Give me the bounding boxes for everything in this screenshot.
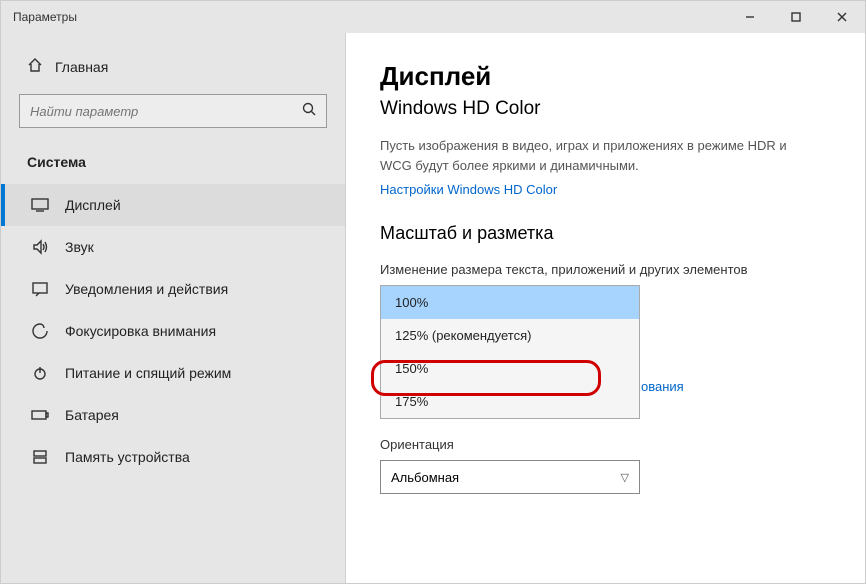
hdr-subtitle: Windows HD Color [380,98,831,120]
orientation-value: Альбомная [391,470,459,485]
minimize-button[interactable] [727,1,773,33]
home-link[interactable]: Главная [1,49,345,84]
advanced-scaling-link-partial[interactable]: ования [641,379,684,394]
hdr-description: Пусть изображения в видео, играх и прило… [380,136,820,175]
sidebar-item-display[interactable]: Дисплей [1,184,345,226]
sidebar-item-battery[interactable]: Батарея [1,394,345,436]
nav-label: Батарея [65,407,119,423]
nav-label: Уведомления и действия [65,281,228,297]
scale-option-100[interactable]: 100% [381,286,639,319]
scale-dropdown[interactable]: 100% 125% (рекомендуется) 150% 175% [380,285,640,419]
storage-icon [31,448,49,466]
sidebar-item-notifications[interactable]: Уведомления и действия [1,268,345,310]
scale-heading: Масштаб и разметка [380,223,831,244]
scale-option-175[interactable]: 175% [381,385,639,418]
nav-label: Питание и спящий режим [65,365,231,381]
search-icon [302,102,316,121]
battery-icon [31,406,49,424]
nav-label: Память устройства [65,449,190,465]
page-title: Дисплей [380,61,831,92]
home-icon [27,57,43,76]
titlebar: Параметры [1,1,865,33]
scale-label: Изменение размера текста, приложений и д… [380,262,831,277]
orientation-select[interactable]: Альбомная ▽ [380,460,640,494]
close-button[interactable] [819,1,865,33]
search-input[interactable] [30,104,287,119]
nav-label: Фокусировка внимания [65,323,216,339]
power-icon [31,364,49,382]
nav-list: Дисплей Звук Уведомления и действия Фоку… [1,184,345,478]
window-title: Параметры [13,10,77,24]
sidebar-item-power[interactable]: Питание и спящий режим [1,352,345,394]
sidebar-item-sound[interactable]: Звук [1,226,345,268]
scale-option-125[interactable]: 125% (рекомендуется) [381,319,639,352]
display-icon [31,196,49,214]
hdr-settings-link[interactable]: Настройки Windows HD Color [380,182,557,197]
search-box[interactable] [19,94,327,128]
sound-icon [31,238,49,256]
nav-label: Звук [65,239,94,255]
section-label: Система [1,144,345,184]
focus-icon [31,322,49,340]
notifications-icon [31,280,49,298]
sidebar: Главная Система Дисплей Звук Уведомления [1,33,346,583]
scale-option-150[interactable]: 150% [381,352,639,385]
settings-window: Параметры Главная Система Дисплей [0,0,866,584]
chevron-down-icon: ▽ [621,471,629,484]
maximize-button[interactable] [773,1,819,33]
nav-label: Дисплей [65,197,121,213]
sidebar-item-storage[interactable]: Память устройства [1,436,345,478]
window-controls [727,1,865,33]
main-panel: Дисплей Windows HD Color Пусть изображен… [346,33,865,583]
sidebar-item-focus[interactable]: Фокусировка внимания [1,310,345,352]
home-label: Главная [55,59,108,75]
orientation-label: Ориентация [380,437,831,452]
